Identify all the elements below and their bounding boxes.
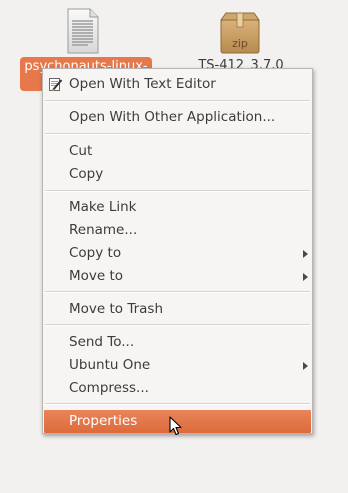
menu-item-open-with-text-editor[interactable]: Open With Text Editor [43, 73, 312, 96]
text-editor-icon [48, 77, 63, 92]
menu-item-rename[interactable]: Rename... [43, 219, 312, 242]
zip-icon-text: zip [232, 37, 248, 50]
menu-item-make-link[interactable]: Make Link [43, 196, 312, 219]
menu-item-compress[interactable]: Compress... [43, 377, 312, 400]
menu-item-send-to[interactable]: Send To... [43, 331, 312, 354]
menu-item-label: Open With Text Editor [69, 76, 216, 92]
menu-separator [45, 403, 310, 405]
menu-item-label: Cut [69, 143, 93, 159]
context-menu: Open With Text Editor Open With Other Ap… [42, 68, 313, 434]
menu-item-label: Compress... [69, 380, 149, 396]
menu-item-label: Ubuntu One [69, 357, 151, 373]
menu-separator [45, 324, 310, 326]
submenu-arrow-icon [303, 273, 308, 281]
menu-item-label: Move to [69, 268, 124, 284]
menu-item-label: Move to Trash [69, 301, 164, 317]
menu-item-label: Properties [69, 413, 138, 429]
menu-separator [45, 133, 310, 135]
menu-item-ubuntu-one[interactable]: Ubuntu One [43, 354, 312, 377]
menu-item-cut[interactable]: Cut [43, 140, 312, 163]
submenu-arrow-icon [303, 250, 308, 258]
menu-item-label: Rename... [69, 222, 138, 238]
menu-item-label: Open With Other Application... [69, 109, 276, 125]
menu-item-move-to[interactable]: Move to [43, 265, 312, 288]
menu-item-label: Copy to [69, 245, 122, 261]
menu-item-label: Copy [69, 166, 104, 182]
menu-separator [45, 100, 310, 102]
zip-archive-icon[interactable]: zip [218, 12, 262, 54]
desktop: psychonauts-linux- zip TS-412_3.7.0 Open… [0, 0, 348, 493]
menu-item-copy[interactable]: Copy [43, 163, 312, 186]
menu-item-copy-to[interactable]: Copy to [43, 242, 312, 265]
menu-separator [45, 190, 310, 192]
mouse-pointer-icon [169, 416, 183, 436]
menu-item-label: Send To... [69, 334, 135, 350]
menu-separator [45, 291, 310, 293]
menu-item-move-to-trash[interactable]: Move to Trash [43, 298, 312, 321]
text-file-icon[interactable] [66, 8, 100, 54]
submenu-arrow-icon [303, 362, 308, 370]
menu-item-label: Make Link [69, 199, 137, 215]
menu-item-open-with-other-application[interactable]: Open With Other Application... [43, 106, 312, 129]
